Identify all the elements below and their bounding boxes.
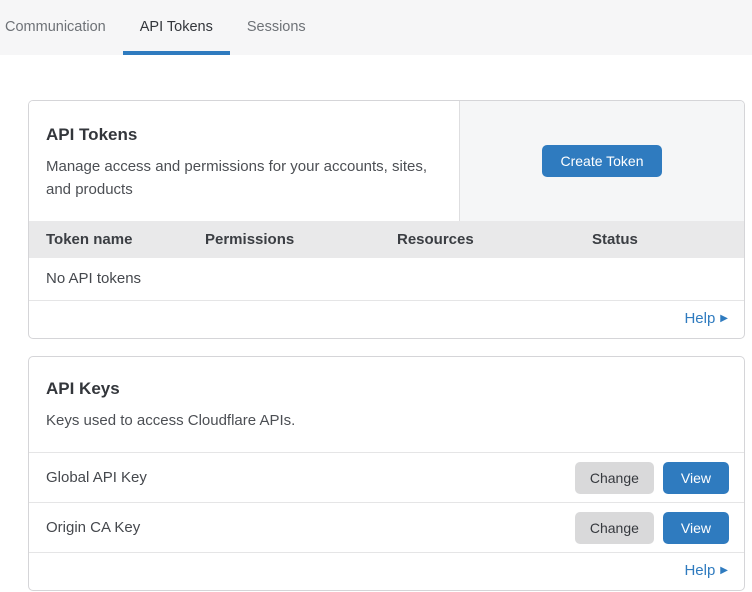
tokens-help-label: Help bbox=[684, 310, 715, 327]
api-tokens-header-text: API Tokens Manage access and permissions… bbox=[29, 101, 459, 221]
tokens-table-header: Token name Permissions Resources Status bbox=[29, 221, 744, 258]
api-keys-description: Keys used to access Cloudflare APIs. bbox=[46, 409, 446, 432]
tab-sessions[interactable]: Sessions bbox=[230, 2, 323, 55]
api-keys-card: API Keys Keys used to access Cloudflare … bbox=[28, 356, 745, 591]
origin-ca-key-label: Origin CA Key bbox=[46, 519, 575, 536]
global-api-key-row: Global API Key Change View bbox=[29, 453, 744, 503]
settings-tab-bar: Communication API Tokens Sessions bbox=[0, 0, 752, 55]
keys-help-link[interactable]: Help ▶ bbox=[684, 562, 728, 579]
origin-ca-key-view-button[interactable]: View bbox=[663, 512, 729, 544]
api-tokens-action-panel: Create Token bbox=[459, 101, 744, 221]
origin-ca-key-change-button[interactable]: Change bbox=[575, 512, 654, 544]
chevron-right-icon: ▶ bbox=[720, 314, 728, 324]
tab-api-tokens[interactable]: API Tokens bbox=[123, 2, 230, 55]
column-header-token-name: Token name bbox=[29, 221, 188, 258]
column-header-resources: Resources bbox=[380, 221, 575, 258]
api-tokens-card-header: API Tokens Manage access and permissions… bbox=[29, 101, 744, 221]
chevron-right-icon: ▶ bbox=[720, 566, 728, 576]
keys-help-label: Help bbox=[684, 562, 715, 579]
column-header-status: Status bbox=[575, 221, 744, 258]
tokens-empty-state: No API tokens bbox=[29, 258, 744, 301]
create-token-button[interactable]: Create Token bbox=[542, 145, 661, 177]
tab-communication[interactable]: Communication bbox=[5, 2, 123, 55]
keys-help-row: Help ▶ bbox=[29, 553, 744, 590]
page-content: API Tokens Manage access and permissions… bbox=[0, 55, 752, 591]
global-api-key-change-button[interactable]: Change bbox=[575, 462, 654, 494]
api-keys-card-header: API Keys Keys used to access Cloudflare … bbox=[29, 357, 744, 453]
api-keys-title: API Keys bbox=[46, 379, 724, 399]
origin-ca-key-row: Origin CA Key Change View bbox=[29, 503, 744, 553]
tokens-help-link[interactable]: Help ▶ bbox=[684, 310, 728, 327]
tokens-help-row: Help ▶ bbox=[29, 301, 744, 338]
global-api-key-view-button[interactable]: View bbox=[663, 462, 729, 494]
global-api-key-label: Global API Key bbox=[46, 469, 575, 486]
api-tokens-description: Manage access and permissions for your a… bbox=[46, 155, 439, 201]
api-tokens-card: API Tokens Manage access and permissions… bbox=[28, 100, 745, 339]
api-tokens-title: API Tokens bbox=[46, 125, 439, 145]
column-header-permissions: Permissions bbox=[188, 221, 380, 258]
